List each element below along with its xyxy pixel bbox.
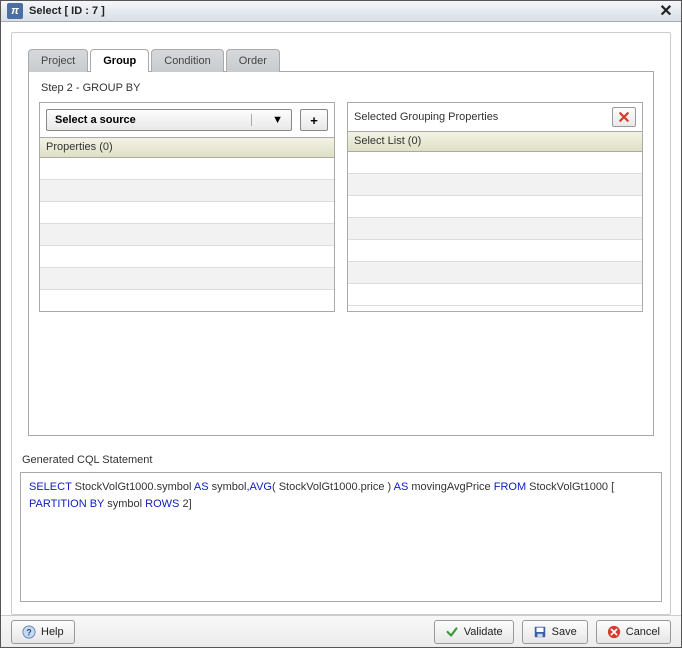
x-red-icon	[618, 111, 630, 123]
table-row	[40, 158, 334, 180]
cql-label: Generated CQL Statement	[22, 454, 662, 466]
table-row	[40, 290, 334, 311]
table-row	[348, 218, 642, 240]
tabs: Project Group Condition Order	[20, 41, 662, 72]
selected-header: Selected Grouping Properties	[348, 103, 642, 131]
table-row	[348, 262, 642, 284]
tab-group[interactable]: Group	[90, 49, 149, 72]
table-row	[40, 268, 334, 290]
save-label: Save	[552, 626, 577, 638]
select-dialog: π Select [ ID : 7 ] ✕ Project Group Cond…	[0, 0, 682, 648]
cql-statement-box[interactable]: SELECT StockVolGt1000.symbol AS symbol,A…	[20, 472, 662, 602]
delete-property-button[interactable]	[612, 107, 636, 127]
cql-section: Generated CQL Statement SELECT StockVolG…	[20, 454, 662, 602]
selected-grid: Select List (0)	[348, 131, 642, 311]
save-icon	[533, 625, 547, 639]
titlebar: π Select [ ID : 7 ] ✕	[1, 1, 681, 22]
selected-grid-body[interactable]	[348, 152, 642, 311]
check-icon	[445, 625, 459, 639]
source-row: Select a source ▼ +	[40, 103, 334, 137]
selected-grid-header: Select List (0)	[348, 132, 642, 152]
outer-panel: Project Group Condition Order Step 2 - G…	[11, 32, 671, 615]
dialog-content: Project Group Condition Order Step 2 - G…	[1, 22, 681, 615]
tab-order[interactable]: Order	[226, 49, 280, 72]
validate-label: Validate	[464, 626, 503, 638]
step-label: Step 2 - GROUP BY	[41, 82, 643, 94]
table-row	[348, 240, 642, 262]
validate-button[interactable]: Validate	[434, 620, 514, 644]
close-icon[interactable]: ✕	[657, 1, 675, 21]
cancel-icon	[607, 625, 621, 639]
group-columns: Select a source ▼ + Properties (0)	[39, 102, 643, 312]
tab-body-group: Step 2 - GROUP BY Select a source ▼ +	[28, 71, 654, 436]
chevron-down-icon: ▼	[251, 114, 283, 126]
help-icon: ?	[22, 625, 36, 639]
source-panel: Select a source ▼ + Properties (0)	[39, 102, 335, 312]
table-row	[348, 284, 642, 306]
plus-icon: +	[310, 113, 318, 128]
cancel-button[interactable]: Cancel	[596, 620, 671, 644]
dialog-footer: ? Help Validate Save Cancel	[1, 615, 681, 647]
properties-grid: Properties (0)	[40, 137, 334, 311]
table-row	[348, 152, 642, 174]
table-row	[40, 180, 334, 202]
cancel-label: Cancel	[626, 626, 660, 638]
cql-text: SELECT StockVolGt1000.symbol AS symbol,A…	[29, 481, 614, 510]
table-row	[348, 174, 642, 196]
table-row	[40, 224, 334, 246]
pi-icon: π	[7, 3, 23, 19]
svg-text:?: ?	[26, 627, 31, 637]
save-button[interactable]: Save	[522, 620, 588, 644]
help-button[interactable]: ? Help	[11, 620, 75, 644]
table-row	[40, 202, 334, 224]
source-select[interactable]: Select a source ▼	[46, 109, 292, 131]
add-property-button[interactable]: +	[300, 109, 328, 131]
tab-project[interactable]: Project	[28, 49, 88, 72]
tab-condition[interactable]: Condition	[151, 49, 223, 72]
properties-grid-header: Properties (0)	[40, 138, 334, 158]
selected-panel: Selected Grouping Properties Select List…	[347, 102, 643, 312]
table-row	[348, 196, 642, 218]
properties-grid-body[interactable]	[40, 158, 334, 311]
source-select-label: Select a source	[55, 114, 136, 126]
help-label: Help	[41, 626, 64, 638]
table-row	[40, 246, 334, 268]
titlebar-title: Select [ ID : 7 ]	[29, 5, 657, 17]
selected-title: Selected Grouping Properties	[354, 111, 498, 123]
